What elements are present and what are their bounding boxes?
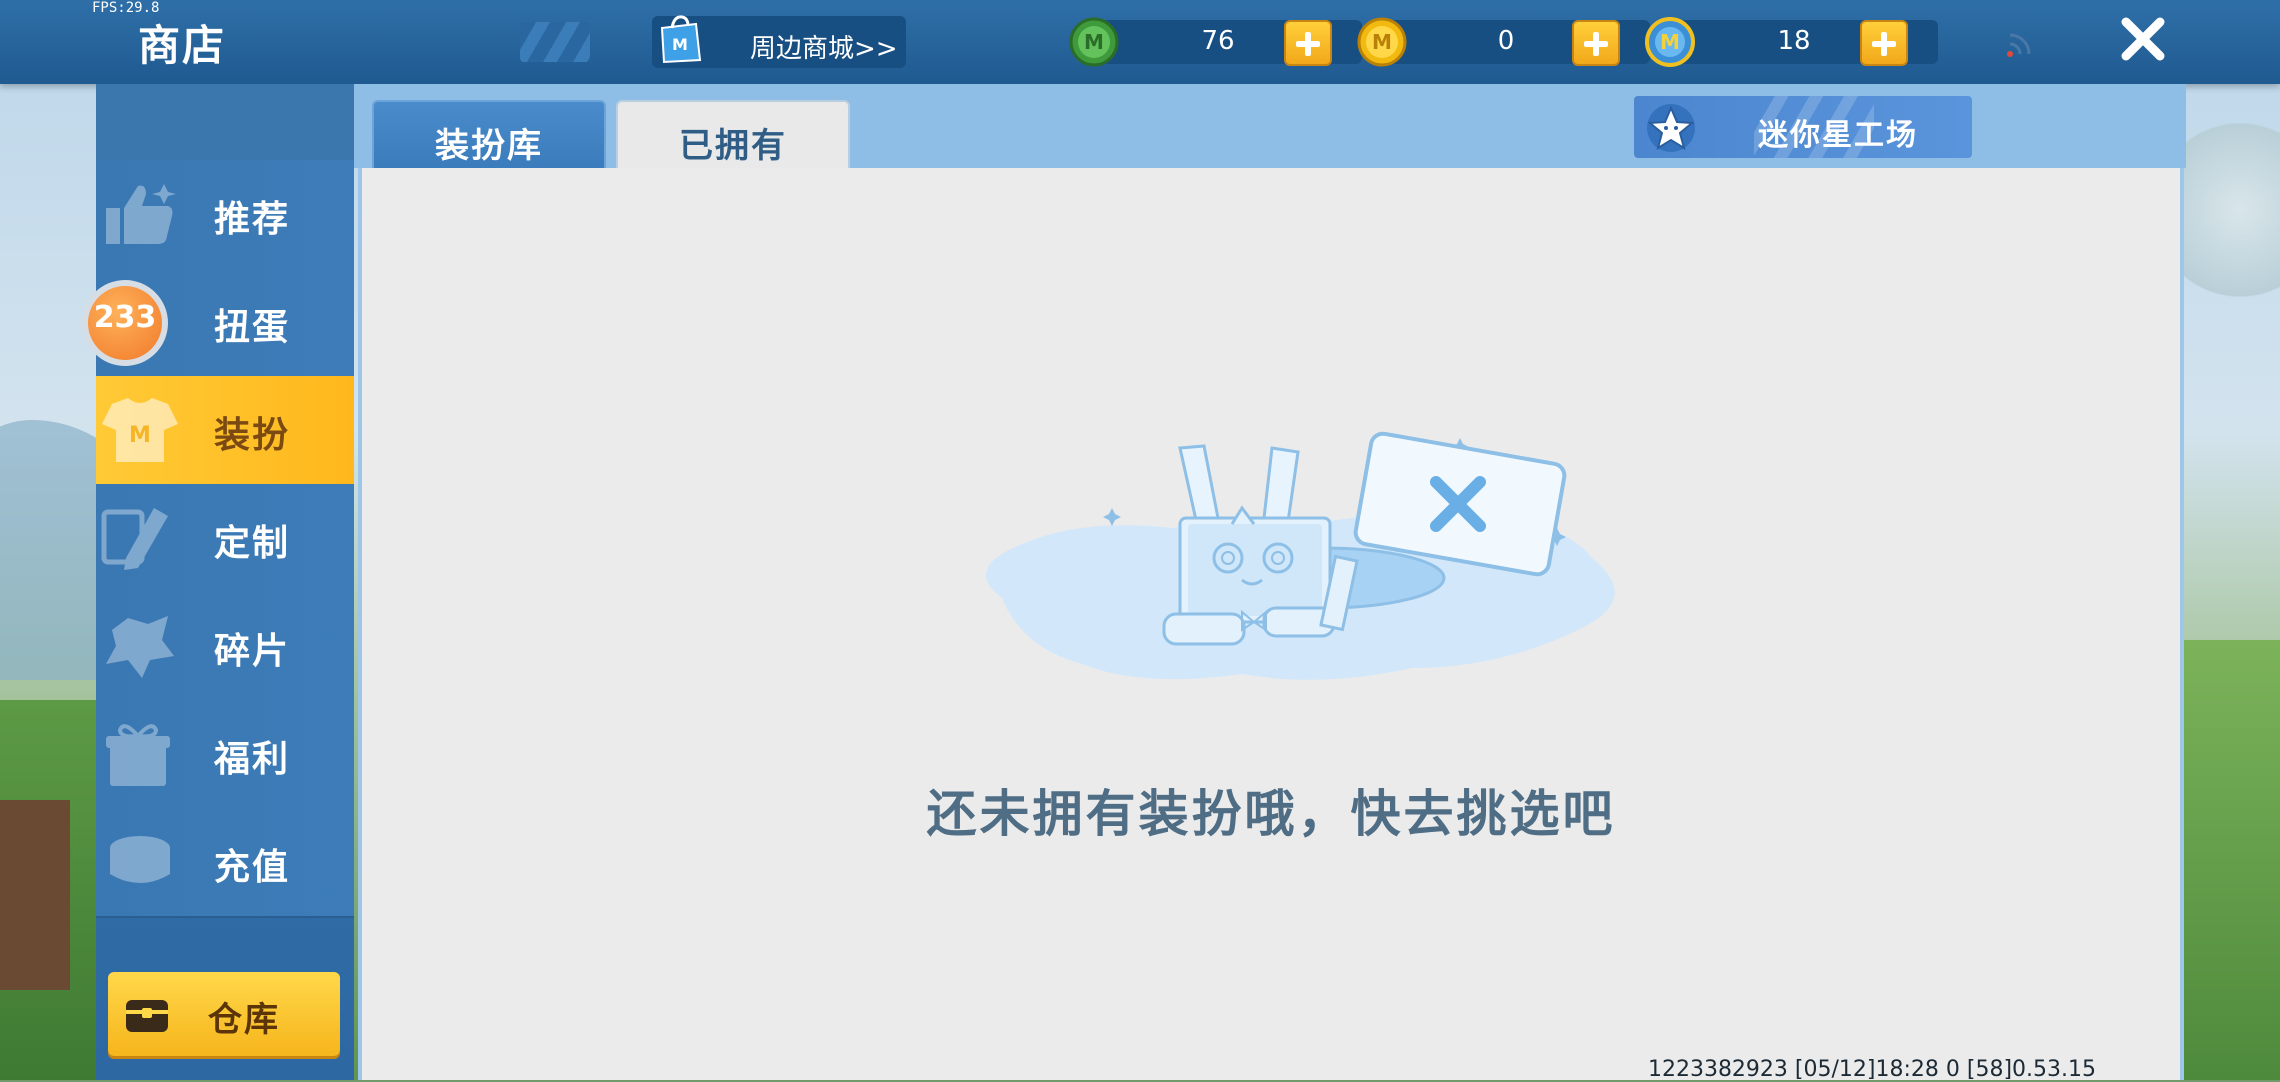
merch-mall-button[interactable]: M 周边商城>>: [652, 15, 906, 68]
tab-label: 装扮库: [435, 126, 543, 166]
svg-text:M: M: [1660, 30, 1680, 54]
sidebar-item-welfare[interactable]: 福利: [96, 700, 354, 810]
sidebar-item-customize[interactable]: 定制: [96, 484, 354, 594]
green-m-coin-icon: M: [1069, 17, 1119, 67]
tab-costume-library[interactable]: 装扮库: [372, 100, 606, 172]
session-info: 1223382923 [05/12]18:28 0 [58]0.53.15: [1647, 1057, 2096, 1082]
sidebar-item-costume[interactable]: M 装扮: [96, 376, 354, 484]
sidebar-item-label: 充值: [214, 847, 291, 888]
network-signal-icon: [2007, 33, 2031, 57]
sidebar-item-recommend[interactable]: 推荐: [96, 160, 354, 270]
thumbs-up-icon: [106, 184, 176, 244]
coins-icon: [110, 836, 170, 883]
add-gold-coin-button[interactable]: [1572, 20, 1620, 66]
blue-coin-value: 18: [1777, 26, 1811, 56]
empty-state-message: 还未拥有装扮哦，快去挑选吧: [926, 785, 1616, 843]
sidebar-item-label: 碎片: [214, 631, 291, 672]
costume-icon: M: [102, 398, 178, 462]
empty-state-illustration: [986, 431, 1615, 680]
gold-coin-value: 0: [1497, 26, 1515, 56]
category-sidebar: 推荐 233 扭蛋 M 装扮 定制 碎片 福利 充值 仓库: [82, 84, 354, 1080]
star-workshop-label: 迷你星工场: [1758, 118, 1918, 153]
page-title: 商店: [138, 21, 227, 70]
gacha-count-badge: 233: [82, 280, 168, 366]
tab-owned[interactable]: 已拥有: [616, 100, 850, 170]
top-bar: FPS:29.8 商店 M 周边商城>> M 76 M 0 M 18: [0, 0, 2280, 84]
gift-icon: [106, 724, 170, 786]
sidebar-item-label: 定制: [214, 523, 291, 564]
sidebar-item-label: 推荐: [214, 199, 291, 240]
svg-text:M: M: [129, 423, 151, 448]
owned-costumes-panel: 还未拥有装扮哦，快去挑选吧 1223382923 [05/12]18:28 0 …: [358, 168, 2184, 1082]
gold-m-coin-icon: M: [1357, 17, 1407, 67]
blue-m-coin-icon: M: [1645, 17, 1695, 67]
add-blue-coin-button[interactable]: [1860, 20, 1908, 66]
sidebar-item-label: 扭蛋: [214, 307, 291, 348]
pencil-icon: [101, 508, 168, 570]
star-icon: [1647, 104, 1695, 152]
shopping-bag-icon: M: [660, 15, 702, 64]
sidebar-item-recharge[interactable]: 充值: [96, 808, 354, 918]
warehouse-button[interactable]: 仓库: [108, 972, 340, 1056]
svg-text:M: M: [1372, 30, 1392, 54]
tab-label: 已拥有: [679, 126, 787, 166]
treasure-chest-icon: [126, 1000, 168, 1032]
star-workshop-button[interactable]: 迷你星工场: [1634, 96, 1972, 158]
fragment-icon: [106, 616, 174, 678]
add-green-coin-button[interactable]: [1284, 20, 1332, 66]
panel-header: 装扮库 已拥有 迷你星工场: [354, 84, 2186, 172]
decorative-stripes: [520, 22, 590, 62]
merch-mall-label: 周边商城>>: [750, 34, 898, 64]
sidebar-item-gacha[interactable]: 233 扭蛋: [82, 268, 354, 378]
svg-text:M: M: [672, 35, 688, 54]
sidebar-item-fragments[interactable]: 碎片: [96, 592, 354, 702]
sidebar-item-label: 福利: [214, 739, 291, 780]
svg-text:M: M: [1084, 30, 1104, 54]
sidebar-item-label: 装扮: [214, 415, 291, 456]
close-icon[interactable]: [2118, 14, 2168, 64]
warehouse-label: 仓库: [208, 1000, 280, 1040]
green-coin-value: 76: [1201, 26, 1235, 56]
